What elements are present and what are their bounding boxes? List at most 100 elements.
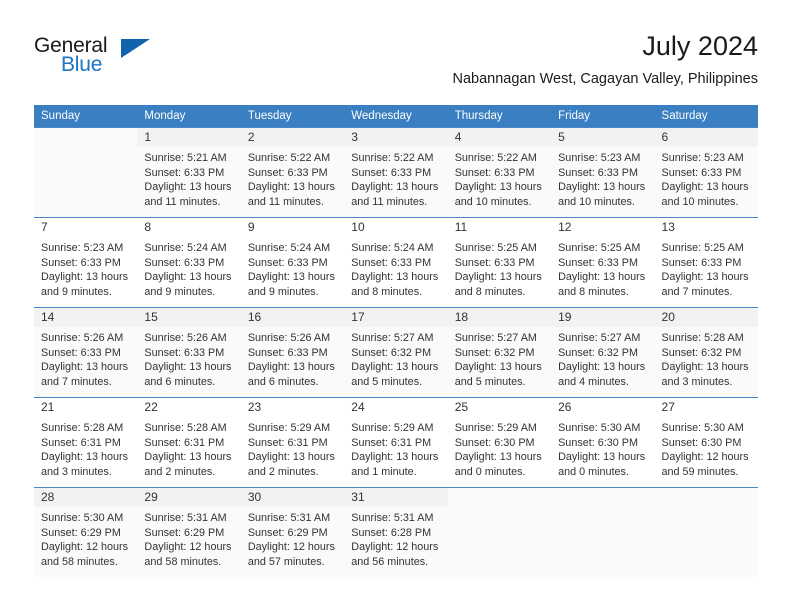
calendar-day-cell[interactable]: 29 Sunrise: 5:31 AM Sunset: 6:29 PM Dayligh… (137, 487, 241, 577)
day-details: Sunrise: 5:25 AM Sunset: 6:33 PM Daylight:… (448, 237, 551, 299)
sunrise-line: Sunrise: 5:24 AM (144, 242, 227, 254)
day-details: Sunrise: 5:31 AM Sunset: 6:29 PM Daylight:… (137, 507, 240, 569)
daylight-line: Daylight: 13 hours (247, 271, 335, 284)
daylight-line-cont: and 9 minutes. (144, 285, 216, 298)
calendar-day-cell[interactable]: 31 Sunrise: 5:31 AM Sunset: 6:28 PM Dayligh… (344, 487, 448, 577)
calendar-day-cell[interactable]: 3 Sunrise: 5:22 AM Sunset: 6:33 PM Daylight… (344, 127, 448, 217)
day-details: Sunrise: 5:26 AM Sunset: 6:33 PM Daylight:… (137, 327, 240, 389)
day-details: Sunrise: 5:26 AM Sunset: 6:33 PM Daylight:… (241, 327, 344, 389)
daylight-line-cont: and 57 minutes. (247, 555, 325, 568)
logo-triangle-icon (121, 39, 150, 58)
calendar-day-cell[interactable]: 2 Sunrise: 5:22 AM Sunset: 6:33 PM Daylight… (240, 127, 345, 217)
calendar-cell-inner (551, 487, 655, 577)
calendar-cell-inner: 11 Sunrise: 5:25 AM Sunset: 6:33 PM Dayligh… (447, 217, 552, 307)
sunset-line: Sunset: 6:31 PM (41, 436, 121, 449)
sunrise-sunset-calendar: Sunday Monday Tuesday Wednesday Thursday… (34, 105, 758, 577)
sunrise-line: Sunrise: 5:30 AM (661, 422, 744, 434)
sunset-line: Sunset: 6:28 PM (351, 526, 432, 539)
sunrise-line: Sunrise: 5:22 AM (247, 152, 331, 164)
calendar-day-cell[interactable]: 5 Sunrise: 5:23 AM Sunset: 6:33 PM Daylight… (551, 127, 655, 217)
daylight-line-cont: and 59 minutes. (661, 465, 739, 478)
sunset-line: Sunset: 6:33 PM (558, 166, 638, 179)
sunrise-line: Sunrise: 5:24 AM (247, 242, 331, 254)
calendar-cell-inner: 2 Sunrise: 5:22 AM Sunset: 6:33 PM Daylight… (240, 127, 345, 217)
calendar-day-cell[interactable]: 24 Sunrise: 5:29 AM Sunset: 6:31 PM Dayligh… (344, 397, 448, 487)
calendar-day-cell[interactable]: 25 Sunrise: 5:29 AM Sunset: 6:30 PM Dayligh… (447, 397, 552, 487)
calendar-cell-inner: 3 Sunrise: 5:22 AM Sunset: 6:33 PM Daylight… (344, 127, 448, 217)
calendar-day-cell[interactable]: 4 Sunrise: 5:22 AM Sunset: 6:33 PM Daylight… (447, 127, 552, 217)
calendar-day-cell[interactable]: 8 Sunrise: 5:24 AM Sunset: 6:33 PM Daylight… (137, 217, 241, 307)
daylight-line: Daylight: 13 hours (351, 181, 439, 194)
sunset-line: Sunset: 6:33 PM (144, 346, 225, 359)
daylight-line: Daylight: 13 hours (454, 271, 542, 284)
calendar-day-cell[interactable]: 15 Sunrise: 5:26 AM Sunset: 6:33 PM Dayligh… (137, 307, 241, 397)
daylight-line: Daylight: 12 hours (144, 541, 232, 554)
sunset-line: Sunset: 6:31 PM (144, 436, 225, 449)
day-details: Sunrise: 5:23 AM Sunset: 6:33 PM Daylight:… (551, 147, 654, 209)
calendar-day-cell[interactable]: 19 Sunrise: 5:27 AM Sunset: 6:32 PM Dayligh… (551, 307, 655, 397)
calendar-day-cell[interactable]: 28 Sunrise: 5:30 AM Sunset: 6:29 PM Dayligh… (34, 487, 138, 577)
calendar-header-row: Sunday Monday Tuesday Wednesday Thursday… (34, 105, 758, 127)
day-details: Sunrise: 5:26 AM Sunset: 6:33 PM Daylight:… (34, 327, 137, 389)
daylight-line: Daylight: 13 hours (558, 361, 646, 374)
sunset-line: Sunset: 6:32 PM (558, 346, 638, 359)
daylight-line: Daylight: 13 hours (661, 271, 749, 284)
day-number: 10 (344, 218, 448, 237)
calendar-cell-inner: 24 Sunrise: 5:29 AM Sunset: 6:31 PM Dayligh… (344, 397, 448, 487)
weekday-header-thursday: Thursday (447, 105, 552, 127)
day-details (448, 507, 551, 511)
day-number: 5 (551, 128, 655, 147)
calendar-day-cell[interactable]: 6 Sunrise: 5:23 AM Sunset: 6:33 PM Daylight… (654, 127, 758, 217)
daylight-line: Daylight: 12 hours (351, 541, 439, 554)
sunrise-line: Sunrise: 5:25 AM (661, 242, 744, 254)
daylight-line: Daylight: 13 hours (558, 451, 646, 464)
sunset-line: Sunset: 6:31 PM (351, 436, 432, 449)
calendar-cell-inner: 25 Sunrise: 5:29 AM Sunset: 6:30 PM Dayligh… (447, 397, 552, 487)
day-details: Sunrise: 5:29 AM Sunset: 6:31 PM Daylight:… (344, 417, 447, 479)
sunrise-line: Sunrise: 5:29 AM (454, 422, 537, 434)
calendar-day-cell[interactable]: 30 Sunrise: 5:31 AM Sunset: 6:29 PM Dayligh… (240, 487, 345, 577)
sunset-line: Sunset: 6:33 PM (454, 166, 535, 179)
sunset-line: Sunset: 6:33 PM (558, 256, 638, 269)
calendar-day-cell[interactable]: 21 Sunrise: 5:28 AM Sunset: 6:31 PM Dayligh… (34, 397, 138, 487)
calendar-day-cell[interactable]: 9 Sunrise: 5:24 AM Sunset: 6:33 PM Daylight… (240, 217, 345, 307)
daylight-line-cont: and 8 minutes. (351, 285, 423, 298)
sunrise-line: Sunrise: 5:23 AM (41, 242, 124, 254)
calendar-day-cell[interactable]: 27 Sunrise: 5:30 AM Sunset: 6:30 PM Dayligh… (654, 397, 758, 487)
day-number: 2 (240, 128, 345, 147)
calendar-cell-inner: 16 Sunrise: 5:26 AM Sunset: 6:33 PM Dayligh… (240, 307, 345, 397)
sunset-line: Sunset: 6:29 PM (41, 526, 121, 539)
calendar-day-cell[interactable]: 23 Sunrise: 5:29 AM Sunset: 6:31 PM Dayligh… (240, 397, 345, 487)
calendar-day-cell[interactable]: 1 Sunrise: 5:21 AM Sunset: 6:33 PM Daylight… (137, 127, 241, 217)
calendar-day-cell[interactable]: 7 Sunrise: 5:23 AM Sunset: 6:33 PM Daylight… (34, 217, 138, 307)
daylight-line-cont: and 3 minutes. (41, 465, 112, 478)
daylight-line: Daylight: 13 hours (558, 181, 646, 194)
day-number: 20 (654, 308, 758, 327)
day-number: 9 (240, 218, 345, 237)
day-details: Sunrise: 5:22 AM Sunset: 6:33 PM Daylight:… (241, 147, 344, 209)
daylight-line: Daylight: 13 hours (144, 361, 232, 374)
sunset-line: Sunset: 6:33 PM (351, 256, 432, 269)
calendar-day-cell[interactable]: 22 Sunrise: 5:28 AM Sunset: 6:31 PM Dayligh… (137, 397, 241, 487)
calendar-day-cell[interactable]: 16 Sunrise: 5:26 AM Sunset: 6:33 PM Dayligh… (240, 307, 345, 397)
calendar-day-cell[interactable]: 14 Sunrise: 5:26 AM Sunset: 6:33 PM Dayligh… (34, 307, 138, 397)
daylight-line-cont: and 11 minutes. (247, 195, 324, 208)
calendar-cell-inner: 31 Sunrise: 5:31 AM Sunset: 6:28 PM Dayligh… (344, 487, 448, 577)
sunset-line: Sunset: 6:30 PM (661, 436, 742, 449)
calendar-week-row: 14 Sunrise: 5:26 AM Sunset: 6:33 PM Dayligh… (34, 307, 758, 397)
weekday-header-monday: Monday (137, 105, 241, 127)
day-number: 3 (344, 128, 448, 147)
calendar-day-cell[interactable]: 20 Sunrise: 5:28 AM Sunset: 6:32 PM Dayligh… (654, 307, 758, 397)
calendar-day-cell[interactable]: 10 Sunrise: 5:24 AM Sunset: 6:33 PM Dayligh… (344, 217, 448, 307)
calendar-cell-inner: 20 Sunrise: 5:28 AM Sunset: 6:32 PM Dayligh… (654, 307, 758, 397)
calendar-day-cell[interactable]: 12 Sunrise: 5:25 AM Sunset: 6:33 PM Dayligh… (551, 217, 655, 307)
calendar-day-cell[interactable]: 18 Sunrise: 5:27 AM Sunset: 6:32 PM Dayligh… (447, 307, 552, 397)
calendar-day-cell[interactable]: 11 Sunrise: 5:25 AM Sunset: 6:33 PM Dayligh… (447, 217, 552, 307)
day-number: 19 (551, 308, 655, 327)
calendar-day-cell[interactable]: 13 Sunrise: 5:25 AM Sunset: 6:33 PM Dayligh… (654, 217, 758, 307)
sunrise-line: Sunrise: 5:25 AM (454, 242, 537, 254)
sunrise-line: Sunrise: 5:26 AM (144, 332, 227, 344)
calendar-day-cell[interactable]: 26 Sunrise: 5:30 AM Sunset: 6:30 PM Dayligh… (551, 397, 655, 487)
day-details: Sunrise: 5:29 AM Sunset: 6:30 PM Daylight:… (448, 417, 551, 479)
calendar-day-cell[interactable]: 17 Sunrise: 5:27 AM Sunset: 6:32 PM Dayligh… (344, 307, 448, 397)
